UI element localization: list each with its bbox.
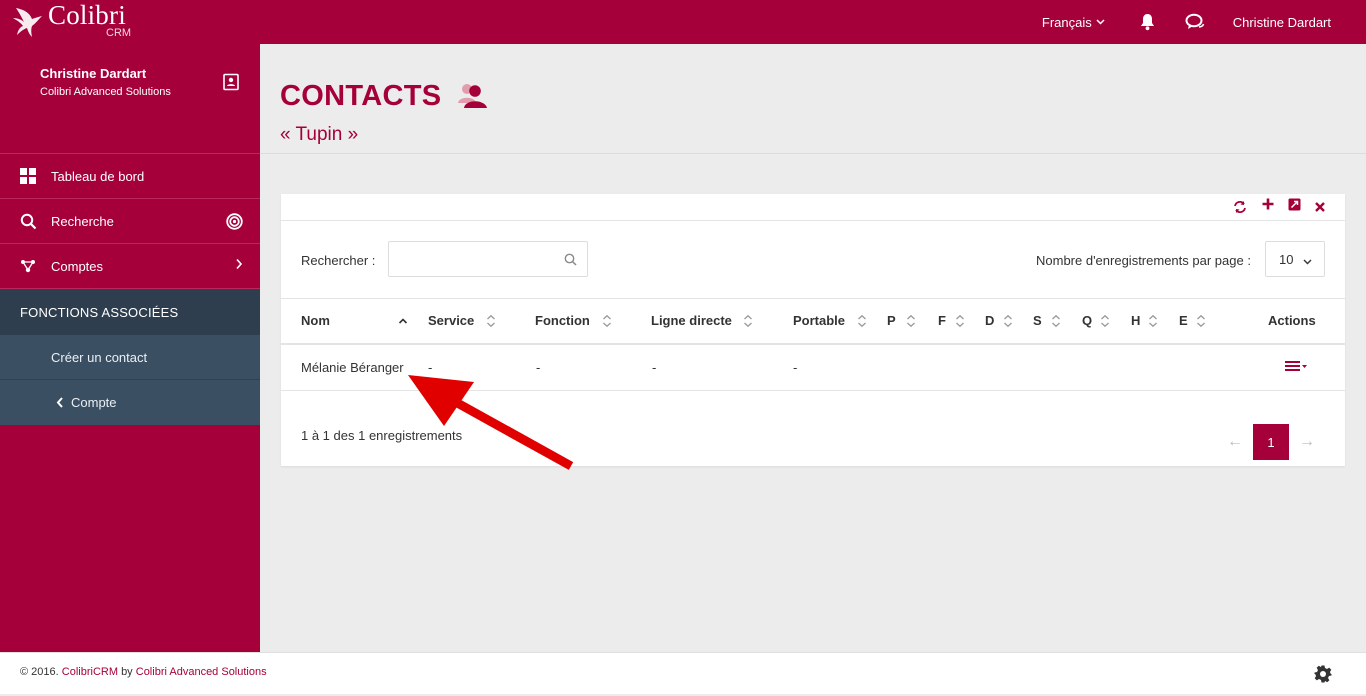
page-subtitle: « Tupin » [280, 124, 359, 145]
sort-icon [487, 315, 495, 328]
cell-s [1031, 343, 1080, 391]
col-header-service[interactable]: Service [428, 298, 536, 345]
sidebar-item-label: Recherche [51, 213, 114, 229]
page-header: CONTACTS « Tupin » [260, 44, 1366, 154]
panel-toolbar [281, 194, 1345, 221]
table-controls: Rechercher : Nombre d'enregistrements pa… [281, 221, 1345, 298]
sidebar-item-create-contact[interactable]: Créer un contact [0, 335, 260, 380]
cell-actions [1224, 343, 1345, 391]
chevron-down-icon [1303, 253, 1312, 268]
footer-brand-link[interactable]: ColibriCRM [62, 666, 118, 678]
per-page-label: Nombre d'enregistrements par page : [1036, 253, 1251, 268]
language-label: Français [1041, 14, 1092, 30]
app-sub: CRM [106, 27, 132, 39]
col-header-ligne-directe[interactable]: Ligne directe [651, 298, 793, 345]
bell-icon[interactable] [1135, 9, 1161, 35]
annotation-arrow [408, 375, 574, 470]
chevron-down-icon [1096, 17, 1105, 28]
expand-icon[interactable] [1288, 198, 1302, 212]
sidebar-subitem-label: Compte [71, 395, 117, 410]
close-icon[interactable] [1315, 200, 1329, 214]
sidebar-item-label: Comptes [51, 258, 104, 274]
page-footer: © 2016. ColibriCRM by Colibri Advanced S… [0, 652, 1366, 694]
sort-icon [603, 315, 611, 328]
gear-icon[interactable] [1314, 665, 1332, 683]
chevron-left-icon [56, 397, 64, 408]
sort-icon [1197, 315, 1205, 328]
search-field[interactable] [388, 241, 588, 277]
col-header-e[interactable]: E [1176, 298, 1224, 345]
pagination: ← 1 → [1217, 424, 1325, 460]
cell-e [1176, 343, 1224, 391]
target-icon[interactable] [226, 213, 243, 233]
plus-icon[interactable] [1262, 198, 1276, 212]
accounts-icon [19, 257, 37, 275]
sort-icon [1052, 315, 1060, 328]
sort-icon [907, 315, 915, 328]
profile-name: Christine Dardart [40, 66, 147, 81]
cell-f [935, 343, 984, 391]
footer-company-link[interactable]: Colibri Advanced Solutions [136, 666, 267, 678]
col-header-actions: Actions [1224, 298, 1345, 345]
sidebar-item-account[interactable]: Compte [0, 380, 260, 425]
per-page-select[interactable]: 10 [1265, 241, 1325, 277]
actions-menu-icon[interactable] [1284, 360, 1308, 375]
sort-asc-icon [398, 318, 408, 324]
refresh-icon[interactable] [1233, 200, 1247, 214]
col-header-portable[interactable]: Portable [793, 298, 887, 345]
search-icon [19, 212, 37, 230]
col-header-q[interactable]: Q [1080, 298, 1128, 345]
contacts-icon [456, 81, 490, 112]
app-name: Colibri [48, 0, 126, 30]
sidebar-subitem-label: Créer un contact [51, 349, 148, 365]
hummingbird-icon [13, 8, 42, 37]
cell-q [1080, 343, 1128, 391]
search-input[interactable] [389, 242, 554, 276]
col-header-d[interactable]: D [984, 298, 1031, 345]
profile-org: Colibri Advanced Solutions [40, 86, 171, 98]
app-logo[interactable]: Colibri CRM [10, 0, 131, 42]
cell-h [1128, 343, 1176, 391]
prev-page-button[interactable]: ← [1217, 424, 1253, 460]
per-page-value: 10 [1279, 251, 1294, 267]
sidebar-item-search[interactable]: Recherche [0, 199, 260, 244]
col-header-p[interactable]: P [887, 298, 935, 345]
sidebar: Christine Dardart Colibri Advanced Solut… [0, 44, 260, 652]
col-header-s[interactable]: S [1031, 298, 1080, 345]
col-header-fonction[interactable]: Fonction [535, 298, 652, 345]
sidebar-item-accounts[interactable]: Comptes [0, 244, 260, 289]
cell-p [887, 343, 935, 391]
page-1-button[interactable]: 1 [1253, 424, 1289, 460]
search-label: Rechercher : [301, 253, 376, 268]
sort-icon [1101, 315, 1109, 328]
sidebar-item-dashboard[interactable]: Tableau de bord [0, 154, 260, 199]
language-dropdown[interactable]: Français [1042, 15, 1105, 30]
chevron-right-icon [235, 258, 243, 273]
sort-icon [956, 315, 964, 328]
sort-icon [744, 315, 752, 328]
sort-icon [1149, 315, 1157, 328]
page-title: CONTACTS [280, 80, 442, 112]
col-header-f[interactable]: F [935, 298, 984, 345]
top-user-name[interactable]: Christine Dardart [1233, 15, 1331, 30]
footer-text: © 2016. ColibriCRM by Colibri Advanced S… [20, 666, 267, 678]
sidebar-profile: Christine Dardart Colibri Advanced Solut… [0, 44, 260, 154]
profile-card-icon[interactable] [222, 73, 240, 91]
sidebar-section-title: FONCTIONS ASSOCIÉES [0, 289, 260, 335]
next-page-button[interactable]: → [1289, 424, 1325, 460]
cell-d [984, 343, 1031, 391]
chat-icon[interactable] [1182, 9, 1208, 35]
top-bar: Colibri CRM Français Christine Dardart [0, 0, 1366, 44]
dashboard-icon [19, 167, 37, 185]
sort-icon [1004, 315, 1012, 328]
col-header-nom[interactable]: Nom [281, 298, 428, 345]
cell-portable: - [793, 343, 887, 391]
table-header-row: Nom Service Fonction Ligne directe Porta… [281, 298, 1345, 345]
col-header-h[interactable]: H [1128, 298, 1176, 345]
sidebar-item-label: Tableau de bord [51, 168, 145, 184]
cell-ligne-directe: - [652, 343, 793, 391]
sort-icon [858, 315, 866, 328]
search-icon [564, 253, 577, 269]
